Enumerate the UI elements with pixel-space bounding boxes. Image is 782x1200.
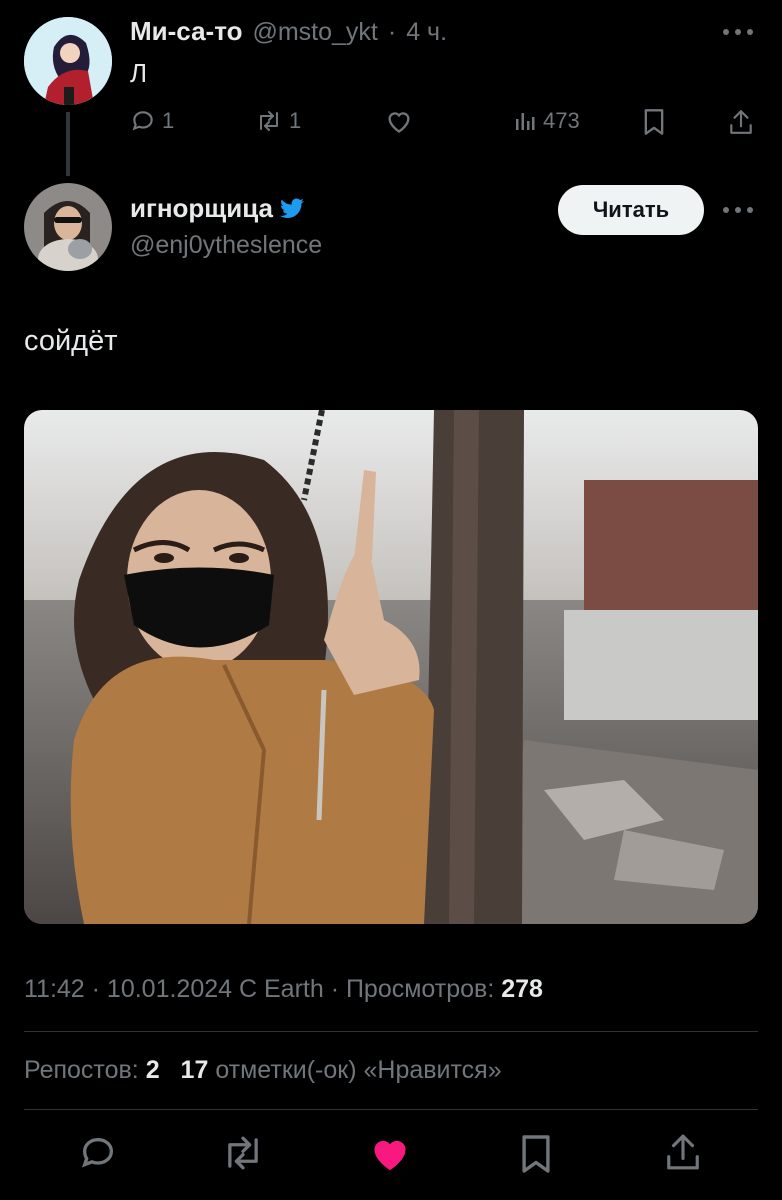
prev-time[interactable]: 4 ч. bbox=[406, 18, 447, 47]
divider-top bbox=[24, 1031, 758, 1032]
prev-bookmark-icon[interactable] bbox=[642, 108, 666, 136]
reposts-count[interactable]: 2 bbox=[146, 1056, 160, 1084]
tweet-views-count: 278 bbox=[501, 975, 543, 1003]
prev-share-icon[interactable] bbox=[728, 108, 754, 136]
tweet-photo[interactable] bbox=[24, 410, 758, 924]
repost-button[interactable] bbox=[220, 1133, 266, 1173]
follow-button[interactable]: Читать bbox=[558, 185, 704, 235]
twitter-bird-icon bbox=[279, 197, 305, 220]
bookmark-button[interactable] bbox=[519, 1133, 553, 1175]
main-handle[interactable]: @enj0ytheslence bbox=[130, 231, 322, 260]
reposts-label: Репостов: bbox=[24, 1056, 139, 1084]
tweet-timestamp[interactable]: 11:42 · 10.01.2024 C Earth · Просмотров: bbox=[24, 975, 494, 1003]
thread-line bbox=[66, 112, 70, 176]
prev-avatar[interactable] bbox=[24, 17, 112, 105]
prev-views-count: 473 bbox=[543, 108, 580, 133]
prev-like-button[interactable] bbox=[385, 108, 413, 134]
likes-count[interactable]: 17 bbox=[181, 1056, 209, 1084]
prev-dot: · bbox=[387, 18, 397, 46]
main-more-icon[interactable] bbox=[722, 206, 754, 214]
prev-tweet-text: Л bbox=[130, 58, 148, 88]
divider-bottom bbox=[24, 1109, 758, 1110]
like-button-heart-icon[interactable] bbox=[369, 1134, 411, 1172]
reply-button[interactable] bbox=[78, 1133, 118, 1173]
prev-repost-count: 1 bbox=[289, 108, 302, 133]
prev-views-button[interactable]: 473 bbox=[513, 108, 580, 134]
prev-handle[interactable]: @msto_ykt bbox=[252, 18, 377, 47]
prev-more-icon[interactable] bbox=[722, 28, 754, 36]
repost-icon bbox=[255, 108, 283, 134]
prev-display-name[interactable]: Ми-са-то bbox=[130, 16, 242, 47]
likes-label: отметки(-ок) «Нравится» bbox=[215, 1056, 502, 1084]
reply-icon bbox=[130, 108, 156, 134]
views-icon bbox=[513, 109, 537, 133]
main-avatar[interactable] bbox=[24, 183, 112, 271]
prev-reply-count: 1 bbox=[162, 108, 175, 133]
share-button[interactable] bbox=[664, 1131, 702, 1173]
main-tweet-text: сойдёт bbox=[24, 325, 118, 357]
heart-icon bbox=[385, 108, 413, 134]
prev-repost-button[interactable]: 1 bbox=[255, 108, 301, 134]
main-display-name[interactable]: игнорщица bbox=[130, 193, 273, 224]
prev-reply-button[interactable]: 1 bbox=[130, 108, 174, 134]
